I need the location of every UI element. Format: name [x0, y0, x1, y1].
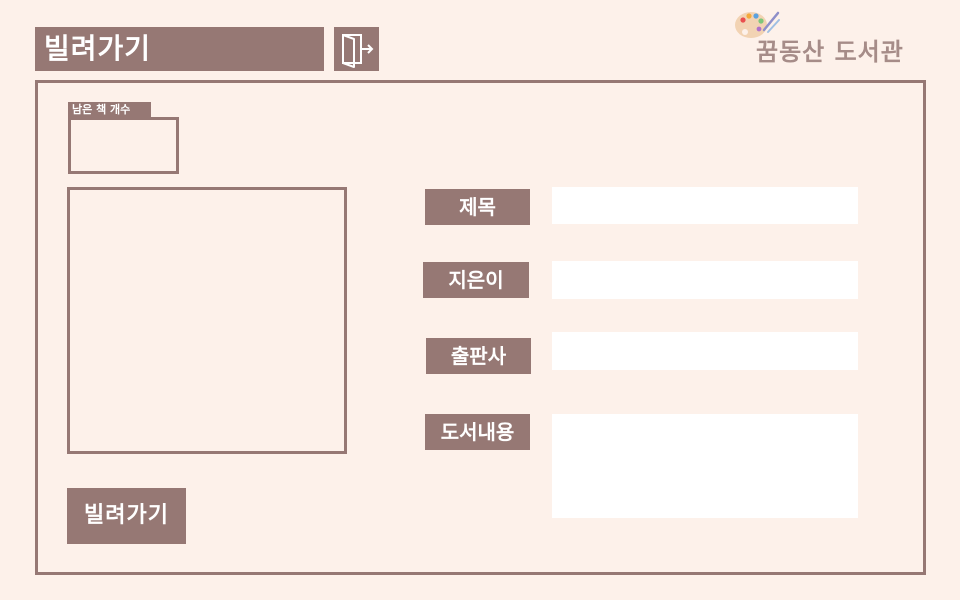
remaining-count-label: 남은 책 개수	[68, 102, 151, 118]
book-cover-image	[67, 187, 347, 454]
author-field[interactable]	[552, 261, 858, 299]
publisher-field[interactable]	[552, 332, 858, 370]
brand: 꿈동산 도서관	[734, 8, 949, 66]
publisher-label: 출판사	[426, 338, 531, 374]
exit-button[interactable]	[334, 27, 379, 71]
title-label: 제목	[425, 189, 530, 225]
door-exit-icon	[342, 34, 374, 68]
author-label: 지은이	[423, 262, 529, 298]
page-title: 빌려가기	[35, 27, 324, 71]
remaining-count-value	[68, 117, 179, 174]
rent-button[interactable]: 빌려가기	[67, 488, 186, 544]
title-field[interactable]	[552, 187, 858, 224]
library-name: 꿈동산 도서관	[756, 38, 904, 66]
description-field[interactable]	[552, 414, 858, 518]
description-label: 도서내용	[425, 414, 530, 450]
